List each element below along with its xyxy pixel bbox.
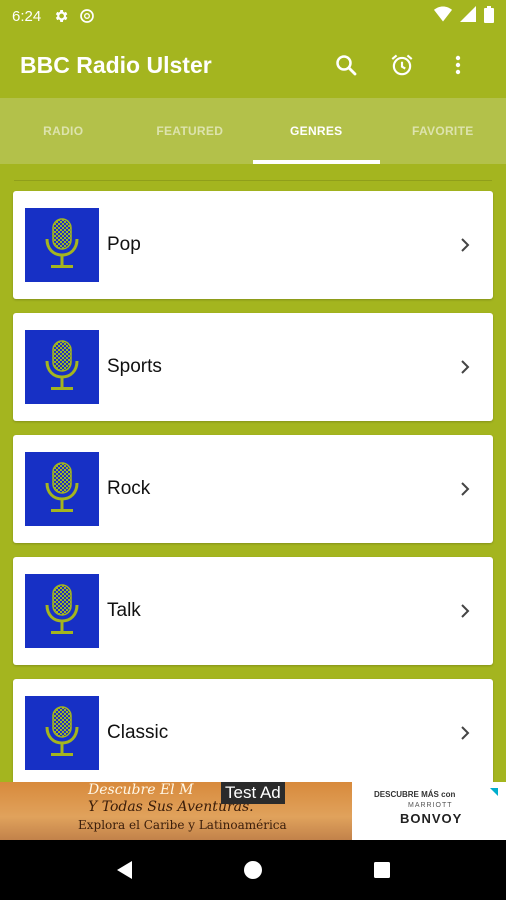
recents-icon (373, 862, 390, 878)
gear-icon (53, 8, 69, 24)
genre-thumbnail (25, 452, 99, 526)
nav-recents-button[interactable] (358, 846, 406, 894)
status-time: 6:24 (12, 7, 42, 25)
genre-list: Pop Sports Rock Talk Classic (0, 164, 506, 782)
app-bar: BBC Radio Ulster (0, 32, 506, 98)
search-button[interactable] (318, 37, 374, 93)
chevron-right-icon (461, 360, 470, 374)
ad-brand-panel[interactable]: DESCUBRE MÁS con MARRIOTT BONVOY (352, 782, 506, 840)
app-actions (318, 37, 486, 93)
tab-genres[interactable]: GENRES (253, 98, 380, 164)
more-options-button[interactable] (430, 37, 486, 93)
test-ad-badge: Test Ad (221, 782, 285, 804)
more-vert-icon (455, 55, 461, 75)
battery-icon (484, 5, 494, 27)
genre-item-classic[interactable]: Classic (13, 679, 493, 782)
ad-banner[interactable]: Descubre El M Y Todas Sus Aventuras. Exp… (0, 782, 506, 840)
alarm-icon (391, 54, 413, 76)
home-icon (243, 861, 262, 879)
alarm-button[interactable] (374, 37, 430, 93)
chevron-right-icon (461, 726, 470, 740)
ad-cta: DESCUBRE MÁS con (374, 790, 456, 799)
do-not-disturb-icon (79, 8, 95, 24)
signal-icon (460, 6, 476, 26)
tab-featured[interactable]: FEATURED (127, 98, 254, 164)
app-title: BBC Radio Ulster (20, 51, 212, 78)
genre-item-talk[interactable]: Talk (13, 557, 493, 665)
chevron-right-icon (461, 604, 470, 618)
tab-radio[interactable]: RADIO (0, 98, 127, 164)
microphone-icon (45, 340, 79, 390)
genre-item-pop[interactable]: Pop (13, 191, 493, 299)
microphone-icon (45, 706, 79, 756)
divider (14, 180, 492, 181)
nav-back-button[interactable] (100, 846, 148, 894)
genre-label: Classic (107, 722, 169, 743)
system-nav-bar (0, 840, 506, 900)
chevron-right-icon (461, 238, 470, 252)
microphone-icon (45, 218, 79, 268)
genre-label: Rock (107, 478, 151, 499)
chevron-right-icon (461, 482, 470, 496)
ad-brand-small: MARRIOTT (408, 802, 453, 809)
genre-label: Pop (107, 234, 141, 255)
ad-creative[interactable]: Descubre El M Y Todas Sus Aventuras. Exp… (0, 782, 352, 840)
genre-thumbnail (25, 696, 99, 770)
ad-brand: BONVOY (400, 811, 463, 826)
genre-label: Talk (107, 600, 141, 621)
search-icon (336, 55, 357, 76)
ad-info-icon[interactable] (488, 786, 500, 798)
microphone-icon (45, 462, 79, 512)
genre-item-sports[interactable]: Sports (13, 313, 493, 421)
tab-bar: RADIO FEATURED GENRES FAVORITE (0, 98, 506, 164)
genre-item-rock[interactable]: Rock (13, 435, 493, 543)
status-bar: 6:24 (0, 0, 506, 32)
wifi-icon (434, 6, 452, 26)
tab-favorite[interactable]: FAVORITE (380, 98, 506, 164)
genre-thumbnail (25, 574, 99, 648)
genre-label: Sports (107, 356, 162, 377)
back-icon (117, 861, 133, 879)
ad-headline: Descubre El M (88, 782, 194, 798)
ad-body: Explora el Caribe y Latinoamérica (78, 818, 287, 832)
genre-thumbnail (25, 208, 99, 282)
nav-home-button[interactable] (229, 846, 277, 894)
microphone-icon (45, 584, 79, 634)
genre-thumbnail (25, 330, 99, 404)
